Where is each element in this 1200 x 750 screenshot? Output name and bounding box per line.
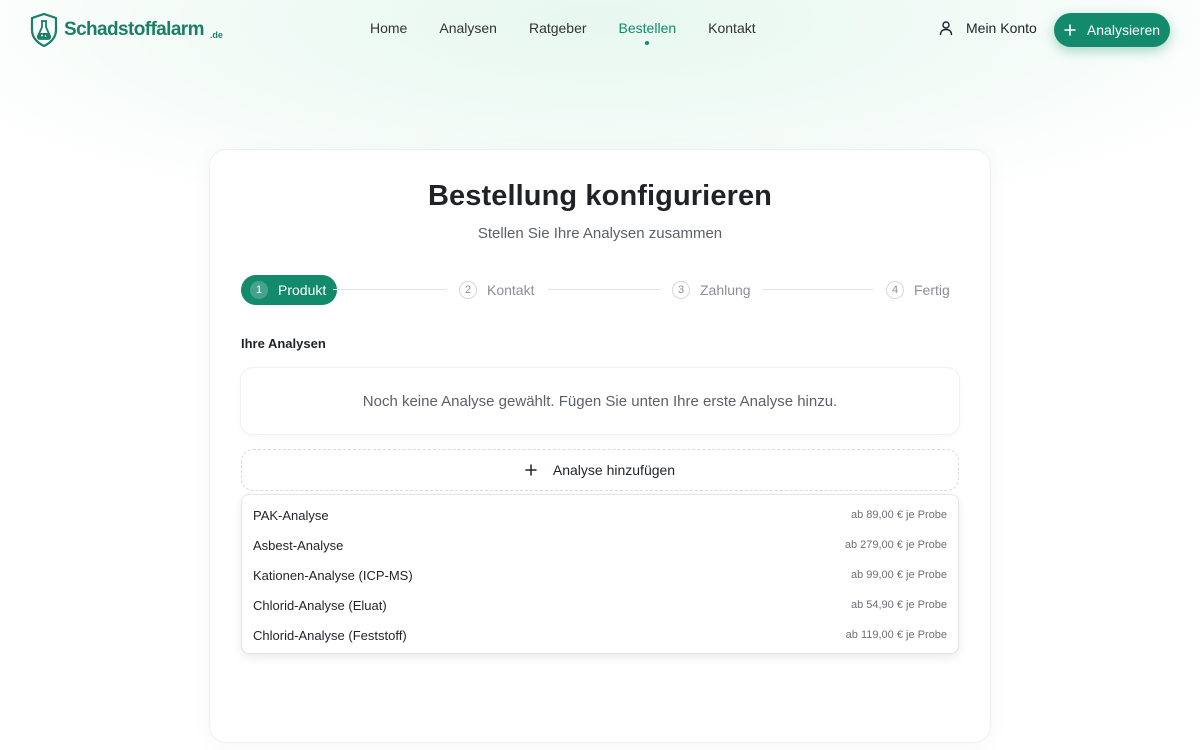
step-kontakt[interactable]: 2 Kontakt: [459, 275, 534, 305]
add-analysis-button[interactable]: Analyse hinzufügen: [241, 449, 959, 491]
page-title: Bestellung konfigurieren: [428, 180, 772, 212]
step-label: Fertig: [914, 282, 950, 298]
option-name: PAK-Analyse: [253, 507, 329, 523]
step-label: Produkt: [278, 282, 327, 298]
step-fertig[interactable]: 4 Fertig: [886, 275, 950, 305]
page-subtitle: Stellen Sie Ihre Analysen zusammen: [477, 225, 723, 242]
nav-kontakt[interactable]: Kontakt: [708, 20, 755, 36]
step-produkt[interactable]: 1 Produkt: [241, 275, 338, 305]
option-price: ab 54,90 € je Probe: [850, 599, 947, 611]
option-kationen[interactable]: Kationen-Analyse (ICP-MS) ab 99,00 € je …: [242, 560, 958, 590]
nav-ratgeber[interactable]: Ratgeber: [529, 20, 587, 36]
option-price: ab 119,00 € je Probe: [845, 629, 947, 641]
option-name: Chlorid-Analyse (Eluat): [253, 597, 387, 613]
option-pak[interactable]: PAK-Analyse ab 89,00 € je Probe: [242, 500, 958, 530]
nav-analysen[interactable]: Analysen: [439, 20, 497, 36]
step-label: Zahlung: [700, 282, 751, 298]
option-name: Kationen-Analyse (ICP-MS): [253, 567, 413, 583]
analysieren-label: Analysieren: [1086, 22, 1161, 38]
step-number: 2: [459, 281, 477, 299]
step-zahlung[interactable]: 3 Zahlung: [672, 275, 751, 305]
step-number: 3: [672, 281, 690, 299]
option-chlorid-feststoff[interactable]: Chlorid-Analyse (Feststoff) ab 119,00 € …: [242, 620, 958, 650]
step-number: 1: [250, 281, 268, 299]
account-link[interactable]: Mein Konto: [938, 20, 1037, 36]
nav-bestellen[interactable]: Bestellen: [619, 20, 676, 45]
step-divider: [762, 289, 873, 290]
logo-text: Schadstoffalarm: [64, 19, 204, 40]
site-header: Schadstoffalarm .de Home Analysen Ratgeb…: [0, 0, 1200, 60]
option-name: Chlorid-Analyse (Feststoff): [253, 627, 407, 643]
option-price: ab 279,00 € je Probe: [844, 539, 947, 551]
account-label: Mein Konto: [966, 20, 1037, 36]
main-nav: Home Analysen Ratgeber Bestellen Kontakt: [370, 20, 756, 45]
step-divider: [333, 289, 447, 290]
option-asbest[interactable]: Asbest-Analyse ab 279,00 € je Probe: [242, 530, 958, 560]
step-divider: [548, 289, 661, 290]
option-price: ab 89,00 € je Probe: [850, 509, 947, 521]
step-label: Kontakt: [487, 282, 535, 298]
plus-icon: [1064, 24, 1076, 36]
step-number: 4: [886, 281, 904, 299]
analysis-dropdown: PAK-Analyse ab 89,00 € je Probe Asbest-A…: [241, 494, 959, 654]
order-stepper: 1 Produkt 2 Kontakt 3 Zahlung 4 Fertig: [241, 275, 959, 305]
option-price: ab 99,00 € je Probe: [850, 569, 947, 581]
option-name: Asbest-Analyse: [253, 537, 344, 553]
section-label: Ihre Analysen: [241, 336, 326, 351]
empty-state-text: Noch keine Analyse gewählt. Fügen Sie un…: [362, 392, 838, 410]
user-icon: [939, 21, 953, 36]
plus-icon: [525, 464, 537, 476]
option-chlorid-eluat[interactable]: Chlorid-Analyse (Eluat) ab 54,90 € je Pr…: [242, 590, 958, 620]
nav-home[interactable]: Home: [370, 20, 407, 36]
add-analysis-label: Analyse hinzufügen: [552, 462, 676, 478]
logo-tld: .de: [209, 30, 223, 40]
empty-state: Noch keine Analyse gewählt. Fügen Sie un…: [241, 368, 959, 434]
order-card: Bestellung konfigurieren Stellen Sie Ihr…: [210, 150, 990, 742]
logo[interactable]: Schadstoffalarm .de: [30, 13, 223, 47]
flask-shield-icon: [30, 13, 58, 47]
analysieren-button[interactable]: Analysieren: [1054, 13, 1170, 47]
